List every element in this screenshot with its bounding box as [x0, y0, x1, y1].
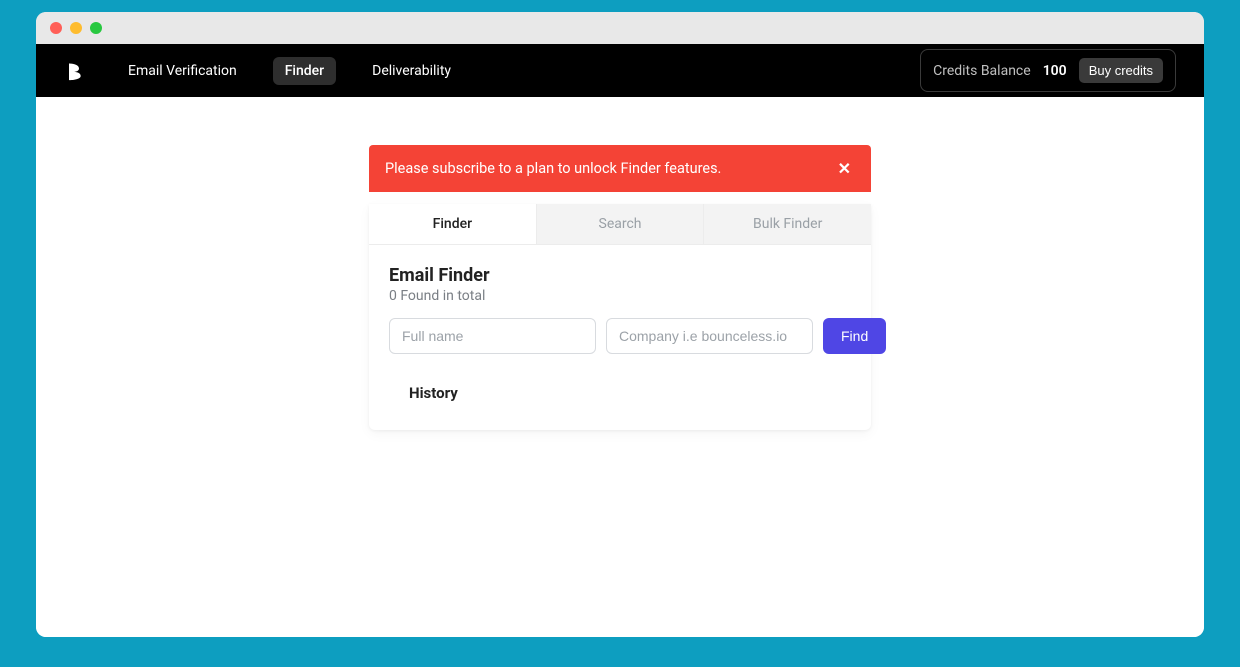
- window-minimize-button[interactable]: [70, 22, 82, 34]
- credits-label: Credits Balance: [933, 63, 1031, 79]
- history-heading: History: [409, 384, 851, 402]
- tab-search[interactable]: Search: [537, 204, 705, 244]
- tab-bulk-finder[interactable]: Bulk Finder: [704, 204, 871, 244]
- finder-tabs: Finder Search Bulk Finder: [369, 204, 871, 245]
- top-nav: Email Verification Finder Deliverability…: [36, 44, 1204, 97]
- content-area: Please subscribe to a plan to unlock Fin…: [36, 97, 1204, 637]
- nav-finder[interactable]: Finder: [273, 57, 336, 85]
- credits-amount: 100: [1043, 63, 1067, 79]
- finder-form-row: Find: [389, 318, 851, 354]
- buy-credits-button[interactable]: Buy credits: [1079, 58, 1163, 83]
- brand-logo-icon: [64, 61, 84, 81]
- alert-message: Please subscribe to a plan to unlock Fin…: [385, 160, 721, 177]
- finder-title: Email Finder: [389, 265, 851, 286]
- alert-close-icon[interactable]: ✕: [834, 159, 855, 178]
- full-name-input[interactable]: [389, 318, 596, 354]
- app-window: Email Verification Finder Deliverability…: [36, 12, 1204, 637]
- subscription-alert: Please subscribe to a plan to unlock Fin…: [369, 145, 871, 192]
- nav-email-verification[interactable]: Email Verification: [116, 57, 249, 85]
- main-panel: Please subscribe to a plan to unlock Fin…: [369, 145, 871, 637]
- finder-subtitle: 0 Found in total: [389, 288, 851, 304]
- company-input[interactable]: [606, 318, 813, 354]
- tab-finder[interactable]: Finder: [369, 204, 537, 244]
- find-button[interactable]: Find: [823, 318, 886, 354]
- window-maximize-button[interactable]: [90, 22, 102, 34]
- finder-card: Finder Search Bulk Finder Email Finder 0…: [369, 204, 871, 430]
- nav-deliverability[interactable]: Deliverability: [360, 57, 463, 85]
- window-title-bar: [36, 12, 1204, 44]
- credits-box: Credits Balance 100 Buy credits: [920, 49, 1176, 92]
- window-close-button[interactable]: [50, 22, 62, 34]
- card-body: Email Finder 0 Found in total Find Histo…: [369, 245, 871, 430]
